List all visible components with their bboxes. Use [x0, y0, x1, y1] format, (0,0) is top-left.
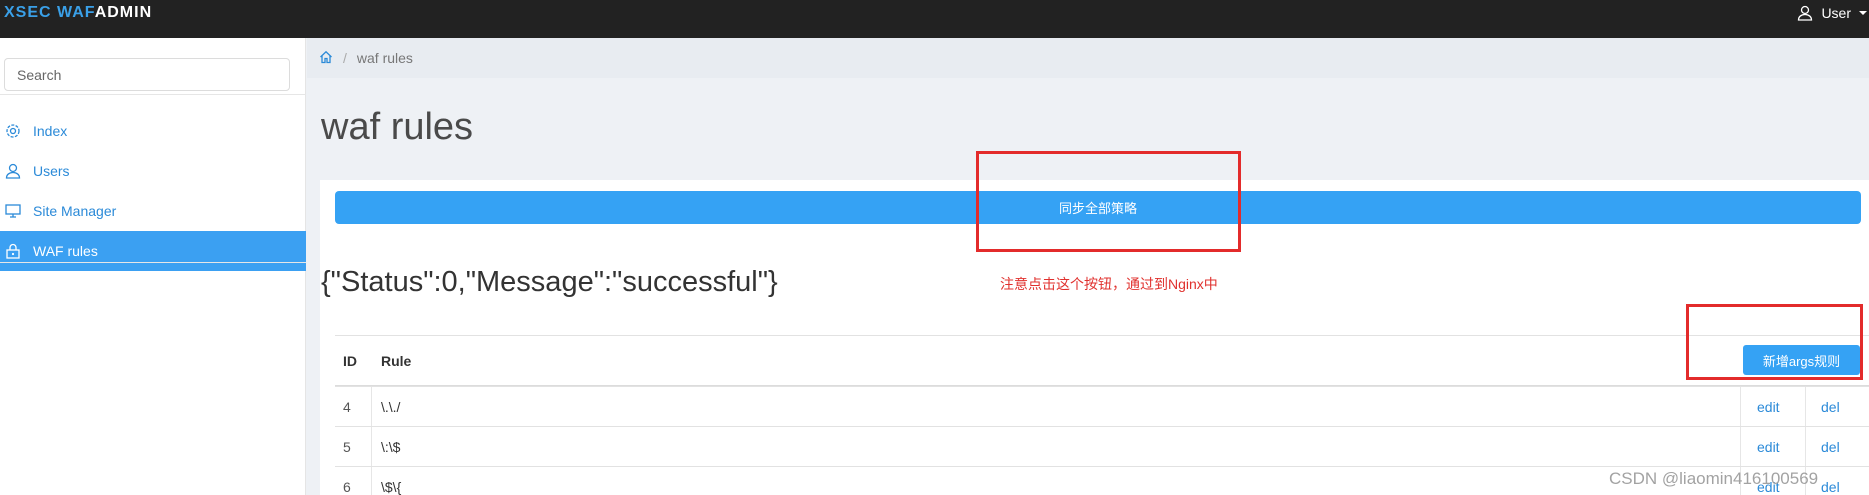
edit-link[interactable]: edit: [1740, 427, 1806, 466]
sidebar-item-label: Users: [33, 163, 70, 179]
row-id: 4: [335, 387, 372, 426]
table-row: 4 \.\./ edit del: [335, 386, 1869, 426]
annotation-box-sync: [976, 151, 1241, 252]
edit-link[interactable]: edit: [1740, 387, 1806, 426]
sidebar-divider: [0, 262, 306, 263]
sidebar-nav: Index Users Site Manager WAF rules: [0, 111, 306, 271]
breadcrumb-current: waf rules: [356, 50, 413, 66]
page-title: waf rules: [321, 106, 474, 148]
column-header-rule: Rule: [381, 352, 412, 369]
user-menu[interactable]: User: [1797, 5, 1867, 21]
row-id: 6: [335, 467, 372, 495]
sidebar-item-site-manager[interactable]: Site Manager: [0, 191, 306, 231]
sidebar-item-waf-rules[interactable]: WAF rules: [0, 231, 306, 271]
table-row: 5 \:\$ edit del: [335, 426, 1869, 466]
home-icon[interactable]: [319, 50, 333, 67]
row-id: 5: [335, 427, 372, 466]
sidebar-item-users[interactable]: Users: [0, 151, 306, 191]
sidebar-item-label: Site Manager: [33, 203, 117, 219]
table-header: ID Rule: [335, 335, 1869, 386]
annotation-box-add: [1686, 304, 1863, 380]
brand-admin: ADMIN: [94, 4, 153, 21]
search-input[interactable]: [4, 58, 290, 91]
breadcrumb: / waf rules: [307, 38, 1869, 78]
user-icon: [1797, 5, 1813, 21]
monitor-icon: [4, 203, 21, 220]
brand-xsec-waf: XSEC WAF: [4, 4, 95, 21]
annotation-note: 注意点击这个按钮，通过到Nginx中: [1000, 276, 1218, 292]
gear-icon: [4, 123, 21, 140]
user-icon: [4, 163, 21, 180]
delete-link[interactable]: del: [1807, 427, 1867, 466]
delete-link[interactable]: del: [1807, 387, 1867, 426]
row-rule: \$\{: [381, 478, 402, 495]
brand-logo[interactable]: XSEC WAFADMIN: [4, 4, 152, 22]
sidebar-item-label: WAF rules: [33, 243, 98, 259]
watermark: CSDN @liaomin416100569: [1609, 469, 1819, 488]
user-label: User: [1821, 5, 1851, 21]
lock-icon: [4, 243, 21, 260]
sidebar-divider: [0, 94, 306, 95]
sidebar-item-index[interactable]: Index: [0, 111, 306, 151]
sidebar: Index Users Site Manager WAF rules: [0, 38, 306, 495]
caret-down-icon: [1859, 10, 1867, 16]
status-response: {"Status":0,"Message":"successful"}: [321, 266, 778, 298]
row-rule: \:\$: [381, 438, 401, 455]
top-navbar: XSEC WAFADMIN User: [0, 0, 1869, 38]
column-header-id: ID: [343, 352, 357, 369]
row-rule: \.\./: [381, 398, 401, 415]
sidebar-item-label: Index: [33, 123, 68, 139]
breadcrumb-separator: /: [343, 50, 347, 66]
